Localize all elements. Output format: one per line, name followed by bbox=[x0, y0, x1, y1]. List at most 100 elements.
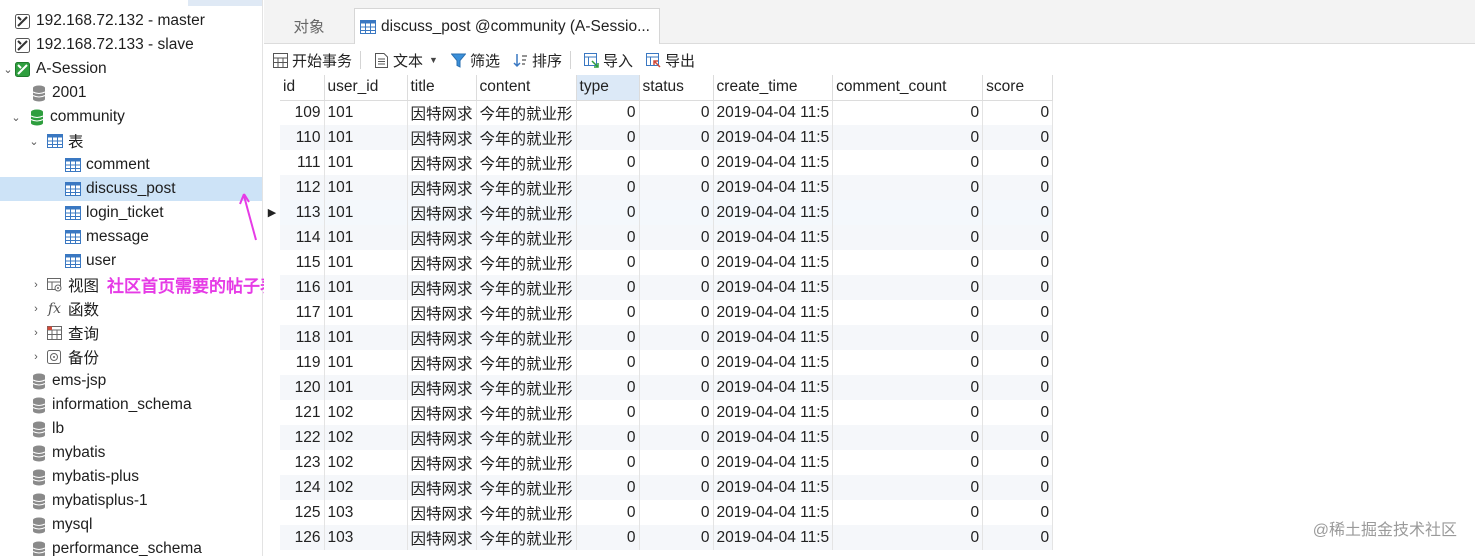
sort-button[interactable]: 排序 bbox=[508, 48, 566, 72]
tree-item-database[interactable]: ems-jsp bbox=[0, 369, 262, 393]
table-cell-create-time[interactable]: 2019-04-04 11:5 bbox=[713, 525, 834, 550]
table-cell-id[interactable]: 112 bbox=[280, 175, 325, 200]
row-indicator[interactable] bbox=[264, 225, 280, 250]
table-cell-status[interactable]: 0 bbox=[639, 175, 714, 200]
table-cell-type[interactable]: 0 bbox=[576, 400, 640, 425]
column-header-create-time[interactable]: create_time bbox=[713, 75, 834, 101]
tree-item-table-comment[interactable]: comment bbox=[0, 153, 262, 177]
table-cell-comment-count[interactable]: 0 bbox=[832, 100, 984, 125]
tree-item-backups[interactable]: › 备份 bbox=[0, 345, 262, 369]
table-cell-type[interactable]: 0 bbox=[576, 350, 640, 375]
table-cell-id[interactable]: 117 bbox=[280, 300, 325, 325]
table-cell-create-time[interactable]: 2019-04-04 11:5 bbox=[713, 425, 834, 450]
table-cell-comment-count[interactable]: 0 bbox=[832, 500, 984, 525]
tree-item-database[interactable]: lb bbox=[0, 417, 262, 441]
table-cell-id[interactable]: 115 bbox=[280, 250, 325, 275]
table-cell-score[interactable]: 0 bbox=[982, 100, 1054, 125]
table-cell-score[interactable]: 0 bbox=[982, 250, 1054, 275]
column-header-status[interactable]: status bbox=[639, 75, 714, 101]
table-cell-user-id[interactable]: 101 bbox=[324, 275, 408, 300]
tree-item-functions[interactable]: › fx 函数 bbox=[0, 297, 262, 321]
table-cell-score[interactable]: 0 bbox=[982, 350, 1054, 375]
table-cell-id[interactable]: 113 bbox=[280, 200, 325, 225]
table-cell-comment-count[interactable]: 0 bbox=[832, 125, 984, 150]
table-cell-user-id[interactable]: 101 bbox=[324, 200, 408, 225]
table-cell-status[interactable]: 0 bbox=[639, 300, 714, 325]
table-cell-user-id[interactable]: 103 bbox=[324, 500, 408, 525]
table-cell-create-time[interactable]: 2019-04-04 11:5 bbox=[713, 175, 834, 200]
table-cell-content[interactable]: 今年的就业形 bbox=[476, 200, 577, 225]
table-cell-type[interactable]: 0 bbox=[576, 425, 640, 450]
table-row[interactable]: 120 101 因特网求 今年的就业形 0 0 2019-04-04 11:5 0 0 bbox=[280, 375, 1054, 400]
tree-item-database[interactable]: mybatisplus-1 bbox=[0, 489, 262, 513]
tree-item-database[interactable]: mybatis bbox=[0, 441, 262, 465]
tree-item-database[interactable]: mysql bbox=[0, 513, 262, 537]
tree-item-connection-a-session[interactable]: ⌄ A-Session bbox=[0, 57, 262, 81]
table-cell-type[interactable]: 0 bbox=[576, 450, 640, 475]
chevron-right-icon[interactable]: › bbox=[30, 279, 42, 291]
column-header-score[interactable]: score bbox=[982, 75, 1054, 101]
table-cell-id[interactable]: 109 bbox=[280, 100, 325, 125]
table-cell-id[interactable]: 126 bbox=[280, 525, 325, 550]
table-cell-score[interactable]: 0 bbox=[982, 175, 1054, 200]
table-cell-title[interactable]: 因特网求 bbox=[407, 200, 477, 225]
table-cell-type[interactable]: 0 bbox=[576, 500, 640, 525]
table-cell-status[interactable]: 0 bbox=[639, 400, 714, 425]
table-cell-content[interactable]: 今年的就业形 bbox=[476, 400, 577, 425]
table-cell-comment-count[interactable]: 0 bbox=[832, 275, 984, 300]
table-row[interactable]: 122 102 因特网求 今年的就业形 0 0 2019-04-04 11:5 0 0 bbox=[280, 425, 1054, 450]
table-cell-status[interactable]: 0 bbox=[639, 150, 714, 175]
table-cell-create-time[interactable]: 2019-04-04 11:5 bbox=[713, 125, 834, 150]
table-row[interactable]: 109 101 因特网求 今年的就业形 0 0 2019-04-04 11:5 0 0 bbox=[280, 100, 1054, 125]
table-cell-status[interactable]: 0 bbox=[639, 525, 714, 550]
table-cell-score[interactable]: 0 bbox=[982, 425, 1054, 450]
table-cell-create-time[interactable]: 2019-04-04 11:5 bbox=[713, 400, 834, 425]
table-cell-create-time[interactable]: 2019-04-04 11:5 bbox=[713, 500, 834, 525]
table-cell-score[interactable]: 0 bbox=[982, 150, 1054, 175]
table-cell-status[interactable]: 0 bbox=[639, 375, 714, 400]
table-row[interactable]: 117 101 因特网求 今年的就业形 0 0 2019-04-04 11:5 0 0 bbox=[280, 300, 1054, 325]
tree-item-connection-slave[interactable]: 192.168.72.133 - slave bbox=[0, 33, 262, 57]
table-cell-comment-count[interactable]: 0 bbox=[832, 375, 984, 400]
table-cell-content[interactable]: 今年的就业形 bbox=[476, 150, 577, 175]
table-cell-id[interactable]: 114 bbox=[280, 225, 325, 250]
table-cell-score[interactable]: 0 bbox=[982, 225, 1054, 250]
table-cell-title[interactable]: 因特网求 bbox=[407, 225, 477, 250]
column-header-type[interactable]: type bbox=[576, 75, 640, 101]
table-row[interactable]: 112 101 因特网求 今年的就业形 0 0 2019-04-04 11:5 0 0 bbox=[280, 175, 1054, 200]
table-cell-title[interactable]: 因特网求 bbox=[407, 250, 477, 275]
table-cell-status[interactable]: 0 bbox=[639, 450, 714, 475]
table-cell-content[interactable]: 今年的就业形 bbox=[476, 375, 577, 400]
current-row-pointer-icon[interactable]: ▶ bbox=[264, 200, 280, 225]
table-cell-id[interactable]: 124 bbox=[280, 475, 325, 500]
row-indicator[interactable] bbox=[264, 275, 280, 300]
table-cell-status[interactable]: 0 bbox=[639, 275, 714, 300]
tree-item-connection-master[interactable]: 192.168.72.132 - master bbox=[0, 9, 262, 33]
table-cell-content[interactable]: 今年的就业形 bbox=[476, 425, 577, 450]
table-cell-status[interactable]: 0 bbox=[639, 125, 714, 150]
column-header-content[interactable]: content bbox=[476, 75, 577, 101]
import-button[interactable]: 导入 bbox=[579, 48, 637, 72]
table-cell-user-id[interactable]: 102 bbox=[324, 450, 408, 475]
table-cell-user-id[interactable]: 101 bbox=[324, 350, 408, 375]
table-cell-status[interactable]: 0 bbox=[639, 475, 714, 500]
table-row[interactable]: 115 101 因特网求 今年的就业形 0 0 2019-04-04 11:5 0 0 bbox=[280, 250, 1054, 275]
table-cell-create-time[interactable]: 2019-04-04 11:5 bbox=[713, 375, 834, 400]
table-cell-title[interactable]: 因特网求 bbox=[407, 150, 477, 175]
table-row[interactable]: 119 101 因特网求 今年的就业形 0 0 2019-04-04 11:5 0 0 bbox=[280, 350, 1054, 375]
row-indicator[interactable] bbox=[264, 350, 280, 375]
table-cell-create-time[interactable]: 2019-04-04 11:5 bbox=[713, 200, 834, 225]
row-indicator[interactable] bbox=[264, 400, 280, 425]
table-cell-user-id[interactable]: 103 bbox=[324, 525, 408, 550]
table-cell-type[interactable]: 0 bbox=[576, 175, 640, 200]
table-row[interactable]: 110 101 因特网求 今年的就业形 0 0 2019-04-04 11:5 0 0 bbox=[280, 125, 1054, 150]
chevron-down-icon[interactable]: ⌄ bbox=[2, 63, 14, 76]
table-cell-user-id[interactable]: 101 bbox=[324, 325, 408, 350]
table-row[interactable]: 124 102 因特网求 今年的就业形 0 0 2019-04-04 11:5 0 0 bbox=[280, 475, 1054, 500]
table-cell-content[interactable]: 今年的就业形 bbox=[476, 250, 577, 275]
table-cell-title[interactable]: 因特网求 bbox=[407, 100, 477, 125]
table-cell-status[interactable]: 0 bbox=[639, 250, 714, 275]
table-cell-status[interactable]: 0 bbox=[639, 500, 714, 525]
table-cell-id[interactable]: 120 bbox=[280, 375, 325, 400]
table-row[interactable]: 126 103 因特网求 今年的就业形 0 0 2019-04-04 11:5 0 0 bbox=[280, 525, 1054, 550]
